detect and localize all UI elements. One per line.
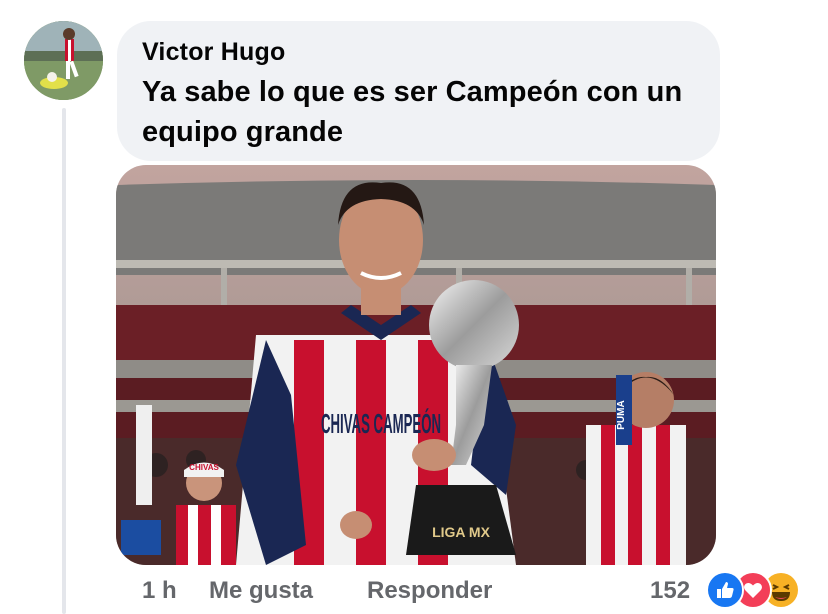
trophy-base-text: LIGA MX — [432, 524, 490, 540]
reaction-icons[interactable] — [706, 571, 806, 609]
comment-author[interactable]: Victor Hugo — [142, 36, 696, 68]
comment-text: Ya sabe lo que es ser Campeón con un equ… — [142, 76, 683, 148]
jersey-text: CHIVAS CAMPEÓN — [321, 408, 441, 439]
comment-photo[interactable]: CHIVAS PUMA CHIVAS CAMPEÓN LIGA MX — [116, 165, 716, 565]
reaction-count[interactable]: 152 — [650, 575, 690, 607]
comment-bubble: Victor Hugo Ya sabe lo que es ser Campeó… — [117, 21, 720, 161]
comment-actions: 1 h Me gusta Responder 152 — [0, 571, 828, 611]
avatar[interactable] — [24, 21, 103, 100]
avatar-photo — [24, 21, 103, 100]
photo-attachment: CHIVAS PUMA CHIVAS CAMPEÓN LIGA MX — [116, 165, 716, 565]
like-reaction-icon — [706, 571, 744, 609]
thread-line — [62, 108, 66, 614]
comment-time[interactable]: 1 h — [142, 575, 177, 607]
banner-text: PUMA — [616, 400, 627, 429]
like-button[interactable]: Me gusta — [209, 575, 313, 607]
reply-button[interactable]: Responder — [367, 575, 492, 607]
fan-cap-text: CHIVAS — [189, 463, 219, 472]
